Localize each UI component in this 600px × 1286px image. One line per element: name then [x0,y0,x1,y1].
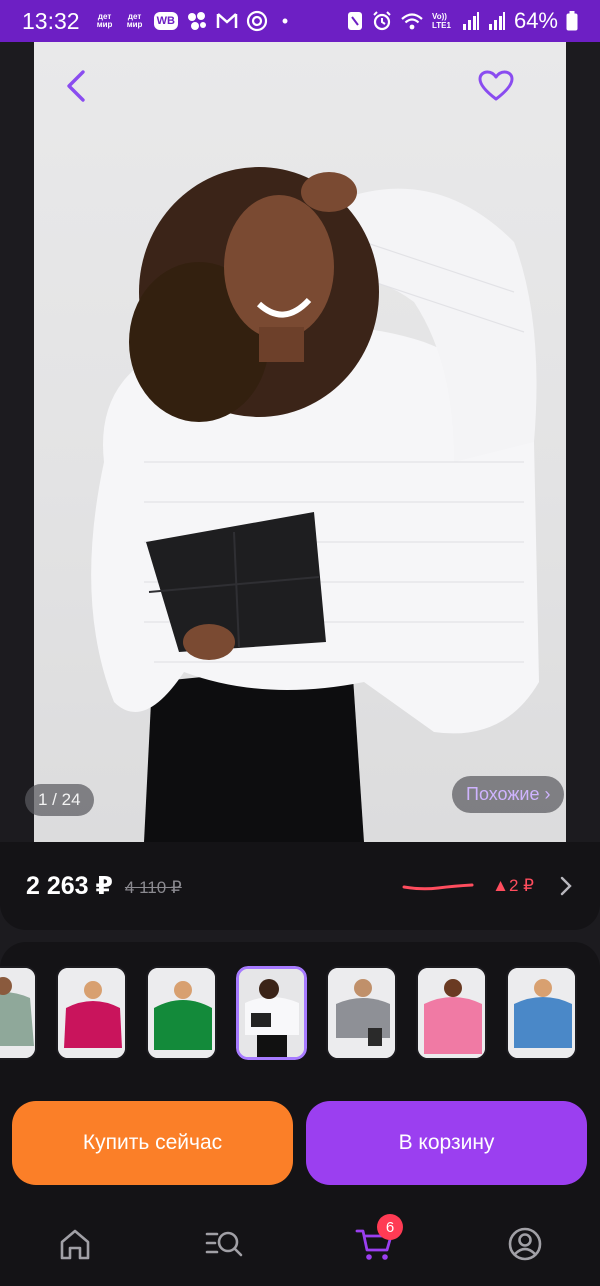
wifi-icon [401,13,423,30]
status-time: 13:32 [22,7,80,34]
nav-home[interactable] [53,1222,97,1266]
bottom-navigation: 6 [0,1204,600,1286]
similar-button[interactable]: Похожие › [452,776,565,813]
thumbnail-pink-sweater[interactable] [416,966,487,1060]
buy-now-button[interactable]: Купить сейчас [12,1101,293,1185]
catalog-search-icon [205,1231,243,1257]
gmail-icon [216,13,238,28]
thumbnail-green-sweater[interactable] [146,966,217,1060]
signal-icon [462,12,479,30]
status-bar: 13:32 дет мир дет мир WB • Vo)) LTE1 64% [0,0,600,42]
home-icon [60,1229,90,1260]
chevron-right-icon[interactable] [560,876,572,896]
at-icon [246,10,267,32]
thumbnail-sage-sweater[interactable] [0,966,37,1060]
product-photo-illustration [91,167,539,842]
thumbnail-white-sweater[interactable] [234,964,309,1062]
profile-icon [508,1227,542,1261]
thumbnail-strip [0,942,600,1084]
battery-percent: 64% [513,8,558,33]
thumbnail-grey-sweater[interactable] [326,966,397,1060]
add-to-cart-button[interactable]: В корзину [306,1101,587,1185]
battery-icon [566,11,578,31]
alarm-icon [373,11,391,31]
action-bar: Купить сейчас В корзину [0,1084,600,1204]
price-card[interactable]: 2 263 ₽ 4 110 ₽ ▲2 ₽ [0,842,600,930]
price-old: 4 110 ₽ [124,878,182,897]
network-label: Vo)) LTE1 [431,12,451,30]
price-current: 2 263 ₽ [26,872,113,900]
thumbnail-row [0,964,577,1062]
favorite-button[interactable] [472,62,520,110]
detmir-icon-2: дет мир [126,12,143,29]
heart-icon [478,70,514,101]
wb-icon: WB [153,12,178,30]
back-button[interactable] [54,62,102,110]
image-counter: 1 / 24 [25,784,94,816]
nfc-icon [347,12,362,30]
share-button[interactable] [560,62,566,110]
cart-count-badge: 6 [377,1214,403,1240]
status-left: 13:32 дет мир дет мир WB • [22,8,288,35]
status-right: Vo)) LTE1 64% [346,8,578,34]
price-trend-icon [402,883,474,891]
signal-icon-2 [488,12,505,30]
nav-cart[interactable]: 6 [353,1214,403,1266]
chevron-left-icon [67,70,85,102]
product-photo-area: 1 / 24 Похожие › [0,42,600,842]
nav-catalog[interactable] [203,1222,247,1266]
price-change: ▲2 ₽ [492,876,534,895]
notification-dot: • [281,10,289,31]
detmir-icon: дет мир [96,12,113,29]
product-photo[interactable] [34,42,566,842]
thumbnail-magenta-sweater[interactable] [56,966,127,1060]
nav-profile[interactable] [503,1222,547,1266]
thumbnail-blue-sweater[interactable] [506,966,577,1060]
bluetooth-dots-icon [187,12,206,30]
